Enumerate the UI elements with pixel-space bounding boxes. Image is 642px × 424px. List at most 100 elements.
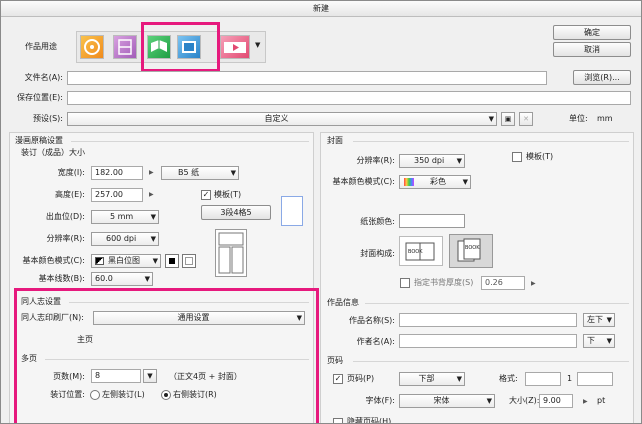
divider <box>353 141 629 142</box>
svg-text:BOOK: BOOK <box>465 245 480 251</box>
cover-resolution-label: 分辨率(R): <box>356 156 396 165</box>
spine-label: 指定书背厚度(S) <box>414 278 474 287</box>
height-input[interactable]: 257.00 <box>91 188 143 202</box>
spine-input[interactable]: 0.26 <box>481 276 525 290</box>
chevron-down-icon: ▼ <box>150 235 156 243</box>
ok-button[interactable]: 确定 <box>553 25 631 40</box>
draw-white-color-icon[interactable] <box>182 254 196 268</box>
template-button[interactable]: 3段4格5 <box>201 205 271 220</box>
format-suffix-input[interactable] <box>577 372 613 386</box>
unit-value: mm <box>597 114 613 123</box>
spine-checkbox[interactable] <box>400 278 410 288</box>
delete-preset-icon[interactable]: ✕ <box>519 112 533 126</box>
dialog-title: 新建 <box>1 1 641 17</box>
filename-label: 文件名(A): <box>24 73 63 82</box>
webtoon-icon[interactable] <box>113 35 137 59</box>
pagenum-checkbox[interactable]: ✓ <box>333 374 343 384</box>
preset-select[interactable]: 自定义 ▼ <box>67 112 497 126</box>
chevron-down-icon: ▼ <box>144 275 150 283</box>
cover-template-label: 模板(T) <box>526 152 554 161</box>
lines-value: 60.0 <box>95 274 113 283</box>
work-name-label: 作品名称(S): <box>348 316 395 325</box>
unit-label: 单位: <box>569 114 588 123</box>
divider <box>353 361 629 362</box>
cover-colormode-value: 彩色 <box>430 177 446 186</box>
colormode-value: 黑白位图 <box>108 256 140 265</box>
font-value: 宋体 <box>433 396 450 405</box>
paper-color-swatch[interactable] <box>399 214 465 228</box>
save-preset-icon[interactable]: ▣ <box>501 112 515 126</box>
arrow-right-icon: ▶ <box>583 398 588 405</box>
height-label: 高度(E): <box>55 190 85 199</box>
pagenum-position-value: 下部 <box>418 374 435 383</box>
resolution-select[interactable]: 600 dpi ▼ <box>91 232 159 246</box>
size-input[interactable]: 9.00 <box>539 394 573 408</box>
template-label: 模板(T) <box>214 190 242 199</box>
chevron-down-icon: ▼ <box>486 397 492 405</box>
work-name-position-select[interactable]: 左下 ▼ <box>583 313 615 327</box>
colormode-select[interactable]: 黑白位图 ▼ <box>91 254 161 268</box>
bleed-select[interactable]: 5 mm ▼ <box>91 210 159 224</box>
purpose-label: 作品用途 <box>25 42 57 51</box>
chevron-down-icon: ▼ <box>606 337 612 345</box>
author-label: 作者名(A): <box>356 337 395 346</box>
filename-input[interactable] <box>67 71 547 85</box>
draw-black-color-icon[interactable] <box>165 254 179 268</box>
browse-button[interactable]: 浏览(R)... <box>573 70 631 85</box>
preset-value: 自定义 <box>264 114 289 123</box>
chevron-down-icon: ▼ <box>462 178 468 186</box>
svg-text:BOOK: BOOK <box>408 249 423 255</box>
format-label: 格式: <box>499 374 518 383</box>
bleed-label: 出血位(D): <box>45 212 85 221</box>
work-name-position-value: 左下 <box>587 315 603 324</box>
pagenum-position-select[interactable]: 下部 ▼ <box>399 372 465 386</box>
paper-color-label: 纸张颜色: <box>360 217 395 226</box>
lines-select[interactable]: 60.0 ▼ <box>91 272 153 286</box>
savepath-input[interactable] <box>67 91 631 105</box>
more-purpose-arrow-icon[interactable]: ▼ <box>255 41 260 49</box>
bleed-value: 5 mm <box>110 212 134 221</box>
font-select[interactable]: 宋体 ▼ <box>399 394 495 408</box>
cancel-button[interactable]: 取消 <box>553 42 631 57</box>
arrow-right-icon: ▶ <box>149 191 154 198</box>
resolution-label: 分辨率(R): <box>46 234 86 243</box>
panel-layout-preview <box>215 229 247 277</box>
savepath-label: 保存位置(E): <box>17 93 63 102</box>
author-position-select[interactable]: 下 ▼ <box>583 334 615 348</box>
chevron-down-icon: ▼ <box>150 213 156 221</box>
author-position-value: 下 <box>587 336 595 345</box>
cover-resolution-select[interactable]: 350 dpi ▼ <box>399 154 465 168</box>
cover-structure-label: 封面构成: <box>360 249 395 258</box>
hidden-pagenum-label: 隐藏页码(H) <box>347 417 392 424</box>
color-palette-icon <box>404 178 414 186</box>
doujin-highlight <box>14 288 319 423</box>
cover-spine-icon[interactable]: BOOK <box>449 234 493 268</box>
arrow-right-icon: ▶ <box>149 169 154 176</box>
width-label: 宽度(I): <box>57 168 85 177</box>
hidden-pagenum-checkbox[interactable] <box>333 418 343 423</box>
new-document-dialog: 新建 作品用途 ▼ 确定 取消 文件名(A): 浏览(R)... 保存位置(E)… <box>0 0 642 424</box>
chevron-down-icon: ▼ <box>152 257 158 265</box>
page-preview <box>281 196 303 226</box>
purpose-highlight <box>141 22 220 72</box>
bound-size-label: 装订（成品）大小 <box>21 148 85 157</box>
pagenum-section-title: 页码 <box>327 356 343 365</box>
author-input[interactable] <box>399 334 577 348</box>
animation-icon[interactable] <box>220 35 250 59</box>
chevron-down-icon: ▼ <box>230 169 236 177</box>
cover-template-checkbox[interactable] <box>512 152 522 162</box>
font-label: 字体(F): <box>365 396 395 405</box>
cover-flat-icon[interactable]: BOOK <box>399 236 443 266</box>
comic-section-title: 漫画原稿设置 <box>15 136 63 145</box>
template-checkbox[interactable]: ✓ <box>201 190 211 200</box>
size-label: 大小(Z): <box>509 396 540 405</box>
work-name-input[interactable] <box>399 313 577 327</box>
format-prefix-input[interactable] <box>525 372 561 386</box>
width-input[interactable]: 182.00 <box>91 166 143 180</box>
illustration-icon[interactable] <box>80 35 104 59</box>
chevron-down-icon: ▼ <box>456 157 462 165</box>
divider <box>71 141 309 142</box>
format-start-value: 1 <box>567 374 573 383</box>
paper-size-select[interactable]: B5 纸 ▼ <box>161 166 239 180</box>
cover-colormode-select[interactable]: 彩色 ▼ <box>399 175 471 189</box>
